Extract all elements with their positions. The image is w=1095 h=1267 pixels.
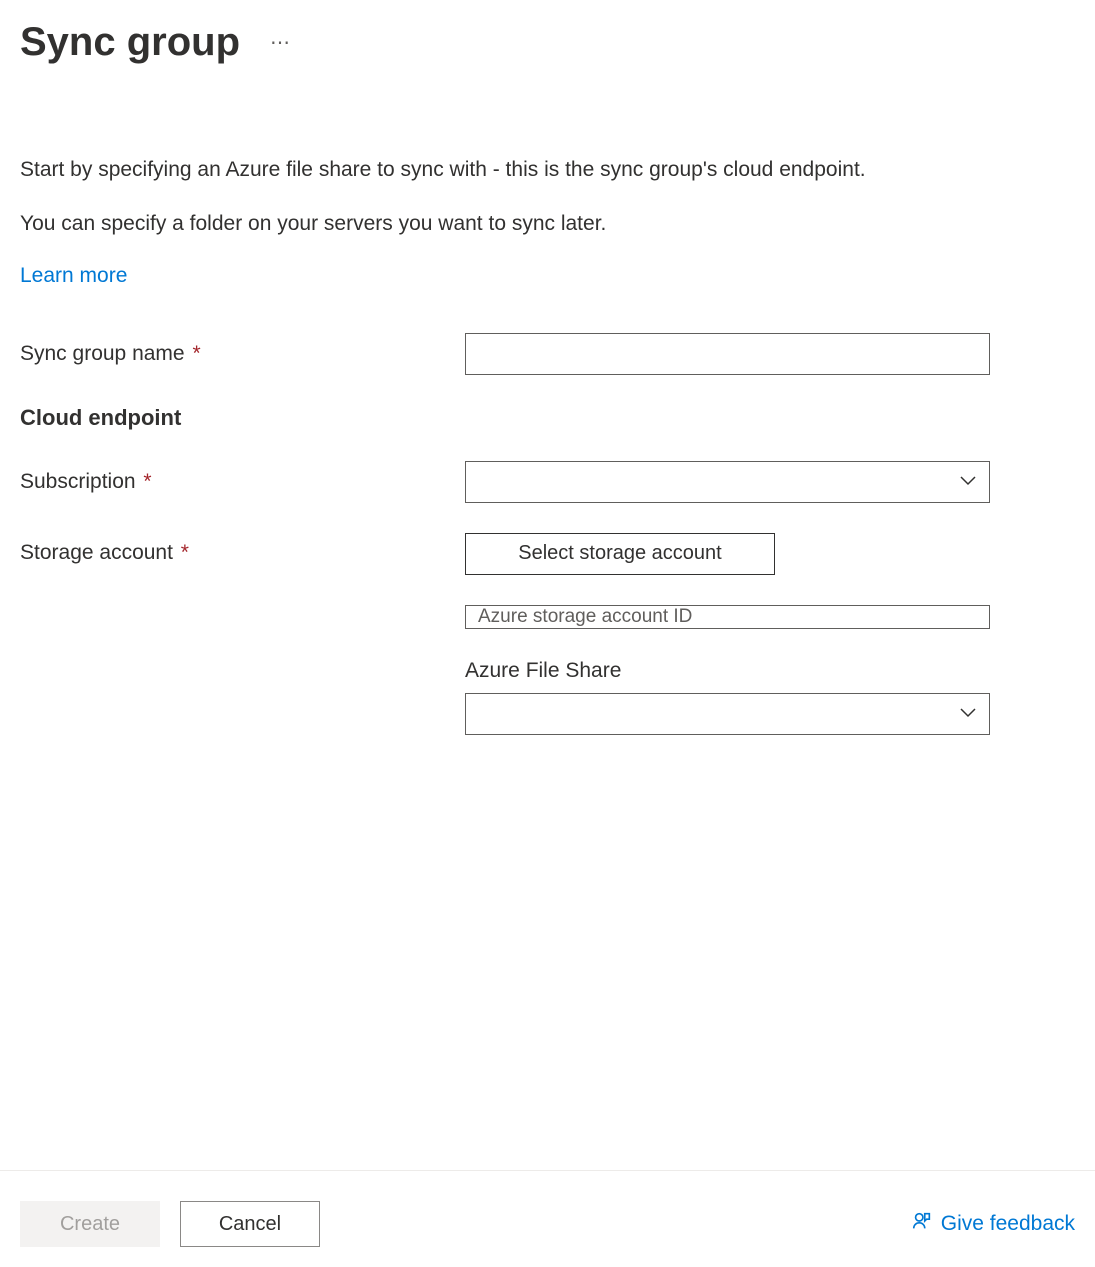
sync-group-name-row: Sync group name * xyxy=(20,333,1075,375)
description-line-2: You can specify a folder on your servers… xyxy=(20,209,1075,238)
azure-file-share-select[interactable] xyxy=(465,693,990,735)
required-indicator: * xyxy=(143,470,151,493)
azure-file-share-label: Azure File Share xyxy=(465,659,990,683)
give-feedback-link[interactable]: Give feedback xyxy=(911,1210,1075,1238)
subscription-label: Subscription * xyxy=(20,470,465,494)
create-button[interactable]: Create xyxy=(20,1201,160,1247)
cancel-button[interactable]: Cancel xyxy=(180,1201,320,1247)
required-indicator: * xyxy=(181,541,189,564)
azure-file-share-select-wrapper xyxy=(465,693,990,735)
sync-group-name-label: Sync group name * xyxy=(20,342,465,366)
subscription-row: Subscription * xyxy=(20,461,1075,503)
more-icon[interactable]: ⋯ xyxy=(270,30,292,55)
page-title: Sync group xyxy=(20,20,240,65)
subscription-select-wrapper xyxy=(465,461,990,503)
subscription-select[interactable] xyxy=(465,461,990,503)
azure-file-share-group: Azure File Share xyxy=(465,659,990,735)
give-feedback-label: Give feedback xyxy=(941,1212,1075,1236)
footer-buttons: Create Cancel xyxy=(20,1201,320,1247)
page-header: Sync group ⋯ xyxy=(20,20,1075,65)
sync-group-name-input[interactable] xyxy=(465,333,990,375)
footer: Create Cancel Give feedback xyxy=(0,1170,1095,1247)
description-line-1: Start by specifying an Azure file share … xyxy=(20,155,1075,184)
learn-more-link[interactable]: Learn more xyxy=(20,264,127,288)
storage-controls: Select storage account Azure File Share xyxy=(465,533,990,735)
storage-account-label: Storage account * xyxy=(20,533,465,565)
required-indicator: * xyxy=(192,342,200,365)
feedback-icon xyxy=(911,1210,933,1238)
storage-account-row: Storage account * Select storage account… xyxy=(20,533,1075,735)
cloud-endpoint-heading: Cloud endpoint xyxy=(20,405,1075,431)
select-storage-account-button[interactable]: Select storage account xyxy=(465,533,775,575)
storage-account-id-input[interactable] xyxy=(465,605,990,629)
